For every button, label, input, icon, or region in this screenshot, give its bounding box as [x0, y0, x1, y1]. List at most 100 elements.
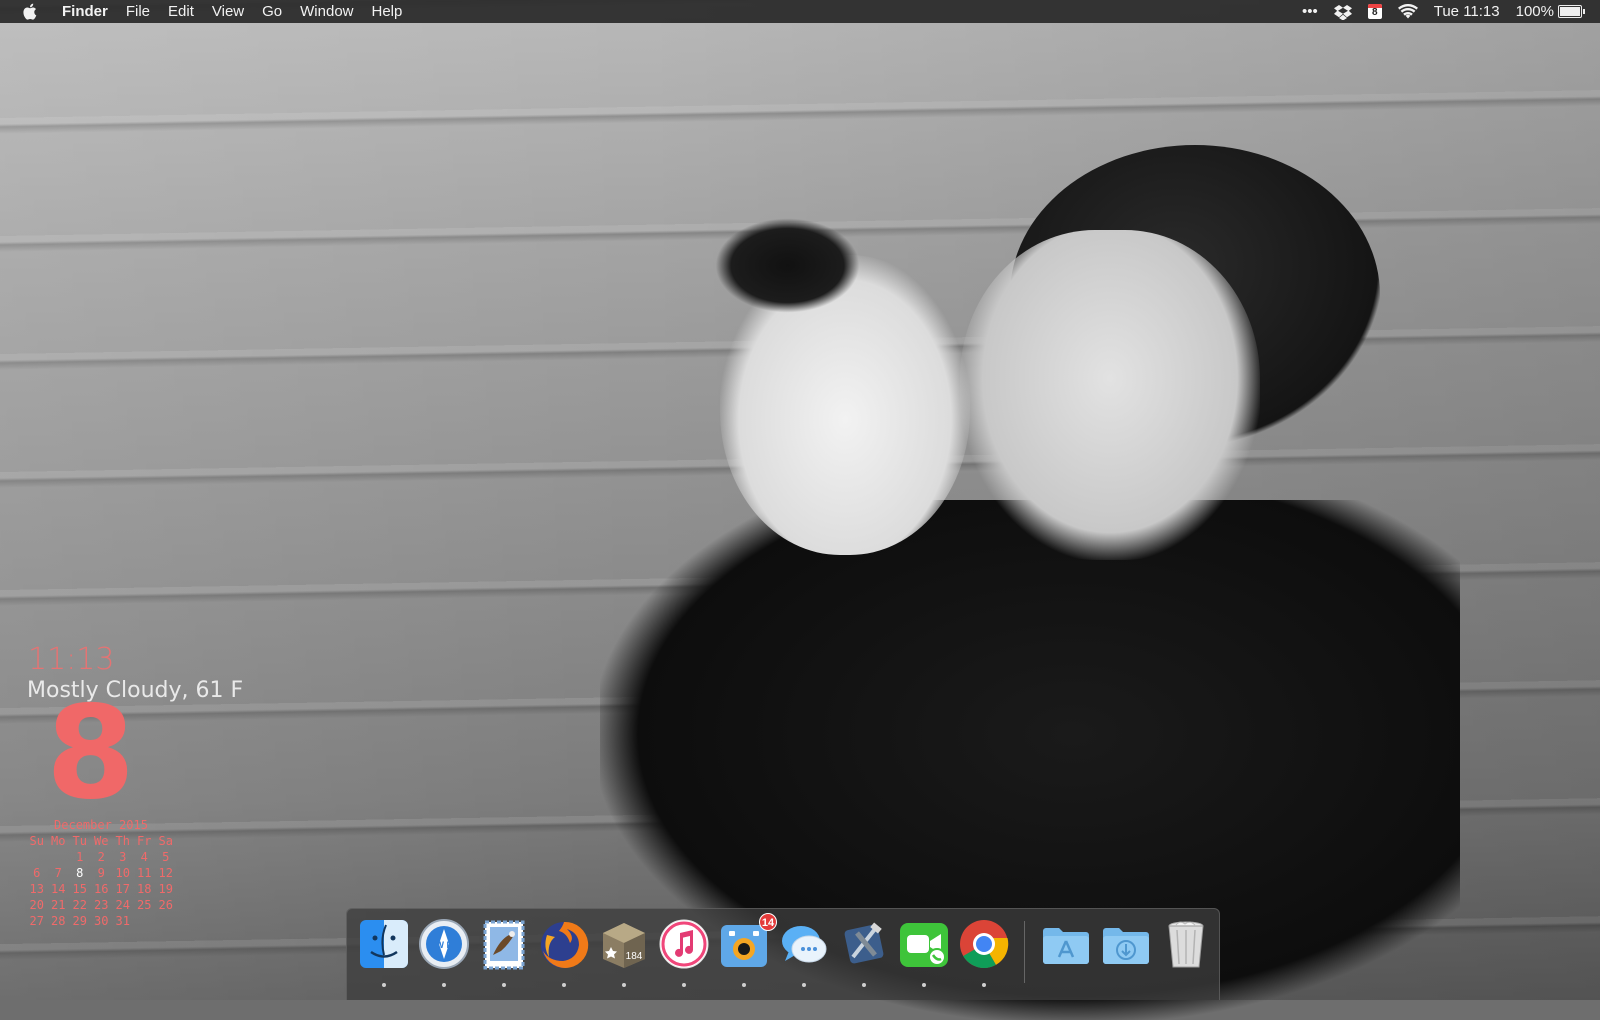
menu-edit[interactable]: Edit: [159, 0, 203, 23]
dock-app-chrome[interactable]: [957, 917, 1011, 987]
calendar-day: 25: [137, 898, 152, 912]
calendar-day: 19: [158, 882, 173, 896]
dock-separator: [1024, 921, 1025, 983]
battery-status[interactable]: 100%: [1508, 0, 1590, 23]
facetime-icon: [900, 923, 948, 967]
dock: W E 184 14: [346, 908, 1220, 1000]
calendar-day: 3: [119, 850, 127, 864]
calendar-day: 27: [29, 914, 44, 928]
xcode-icon: [844, 922, 884, 964]
apple-menu-icon[interactable]: [22, 3, 38, 20]
calendar-day: 14: [51, 882, 66, 896]
calendar-weekday: Th: [115, 834, 130, 848]
dock-app-facetime[interactable]: [897, 917, 951, 987]
calendar-day: 15: [72, 882, 87, 896]
widget-time: 11:13: [28, 642, 115, 677]
calendar-day: 9: [97, 866, 105, 880]
calendar-day: 4: [140, 850, 148, 864]
calendar-day: 29: [72, 914, 87, 928]
running-indicator: [442, 983, 446, 987]
omnifocus-icon: 184: [603, 923, 645, 968]
dock-app-finder[interactable]: [357, 917, 411, 987]
calendar-icon: 8: [1367, 4, 1382, 19]
dock-app-omnifocus[interactable]: 184: [597, 917, 651, 987]
calendar-day: 22: [72, 898, 87, 912]
firefox-icon: [541, 921, 589, 968]
wifi-icon[interactable]: [1390, 0, 1426, 23]
calendar-day: 18: [137, 882, 152, 896]
wallpaper-photo-bow: [715, 218, 860, 313]
dock-app-network-radar[interactable]: W E: [417, 917, 471, 987]
calendar-day: 11: [137, 866, 152, 880]
calendar-day: [48, 850, 70, 865]
downloads-folder-icon: [1103, 928, 1149, 964]
calendar-day: 24: [115, 898, 130, 912]
chrome-icon: [960, 920, 1009, 969]
running-indicator: [622, 983, 626, 987]
calendar-day: 17: [115, 882, 130, 896]
calendar-weekday: Su: [29, 834, 44, 848]
calendar-weekday: Fr: [137, 834, 152, 848]
calendar-day: 23: [94, 898, 109, 912]
calendar-day: 26: [158, 898, 173, 912]
calendar-day: 7: [54, 866, 62, 880]
omnifocus-count: 184: [626, 951, 643, 962]
calendar-weekday: Tu: [72, 834, 87, 848]
calendar-day: [134, 914, 156, 929]
trash-icon: [1168, 921, 1204, 968]
calendar-day: 2: [97, 850, 105, 864]
calendar-month: December 2015: [54, 818, 148, 832]
menu-app-finder[interactable]: Finder: [52, 0, 117, 23]
calendar-day: 21: [51, 898, 66, 912]
calendar-day: 13: [29, 882, 44, 896]
dropbox-icon[interactable]: [1326, 0, 1360, 23]
calendar-day: 16: [94, 882, 109, 896]
menu-file[interactable]: File: [117, 0, 159, 23]
dock-folder-downloads[interactable]: [1099, 917, 1153, 971]
menubar-clock[interactable]: Tue 11:13: [1426, 0, 1508, 23]
dock-trash[interactable]: [1159, 917, 1213, 971]
calendar-day: 28: [51, 914, 66, 928]
more-status-items[interactable]: •••: [1294, 0, 1326, 23]
network-radar-icon: W E: [419, 919, 469, 969]
running-indicator: [982, 983, 986, 987]
dock-app-itunes[interactable]: [657, 917, 711, 987]
widget-calendar: December 2015 Su Mo Tu We Th Fr Sa 1 2 3 4 5 6 7 8 9 10 1…: [26, 818, 176, 929]
svg-text:W E: W E: [436, 940, 453, 950]
calendar-day: 12: [158, 866, 173, 880]
menu-window[interactable]: Window: [291, 0, 362, 23]
widget-day-number: 8: [46, 679, 136, 828]
calendar-weekday: Sa: [158, 834, 173, 848]
menu-view[interactable]: View: [203, 0, 253, 23]
dock-app-mail[interactable]: [477, 917, 531, 987]
running-indicator: [862, 983, 866, 987]
dock-app-messages[interactable]: [777, 917, 831, 987]
dock-app-photo-booth[interactable]: 14: [717, 913, 777, 987]
dock-folder-applications[interactable]: [1039, 917, 1093, 971]
battery-percent: 100%: [1515, 3, 1554, 20]
calendar-status[interactable]: 8: [1360, 0, 1390, 23]
itunes-icon: [659, 919, 709, 969]
running-indicator: [922, 983, 926, 987]
menu-bar: Finder File Edit View Go Window Help •••…: [0, 0, 1600, 23]
calendar-day: 1: [76, 850, 84, 864]
battery-icon: [1558, 5, 1585, 18]
calendar-day: 10: [115, 866, 130, 880]
calendar-day: 31: [115, 914, 130, 928]
applications-folder-icon: [1043, 928, 1089, 964]
menu-help[interactable]: Help: [363, 0, 412, 23]
calendar-day: 20: [29, 898, 44, 912]
dock-app-firefox[interactable]: [537, 917, 591, 987]
running-indicator: [742, 983, 746, 987]
messages-icon: [782, 926, 827, 963]
calendar-day: [155, 914, 177, 929]
calendar-day: [26, 850, 48, 865]
calendar-day: 8: [76, 866, 84, 880]
calendar-day: 5: [162, 850, 170, 864]
calendar-day: 6: [33, 866, 41, 880]
menu-go[interactable]: Go: [253, 0, 291, 23]
dock-app-xcode[interactable]: [837, 917, 891, 987]
calendar-weekday: We: [94, 834, 109, 848]
wallpaper-photo-face: [960, 230, 1260, 560]
running-indicator: [802, 983, 806, 987]
